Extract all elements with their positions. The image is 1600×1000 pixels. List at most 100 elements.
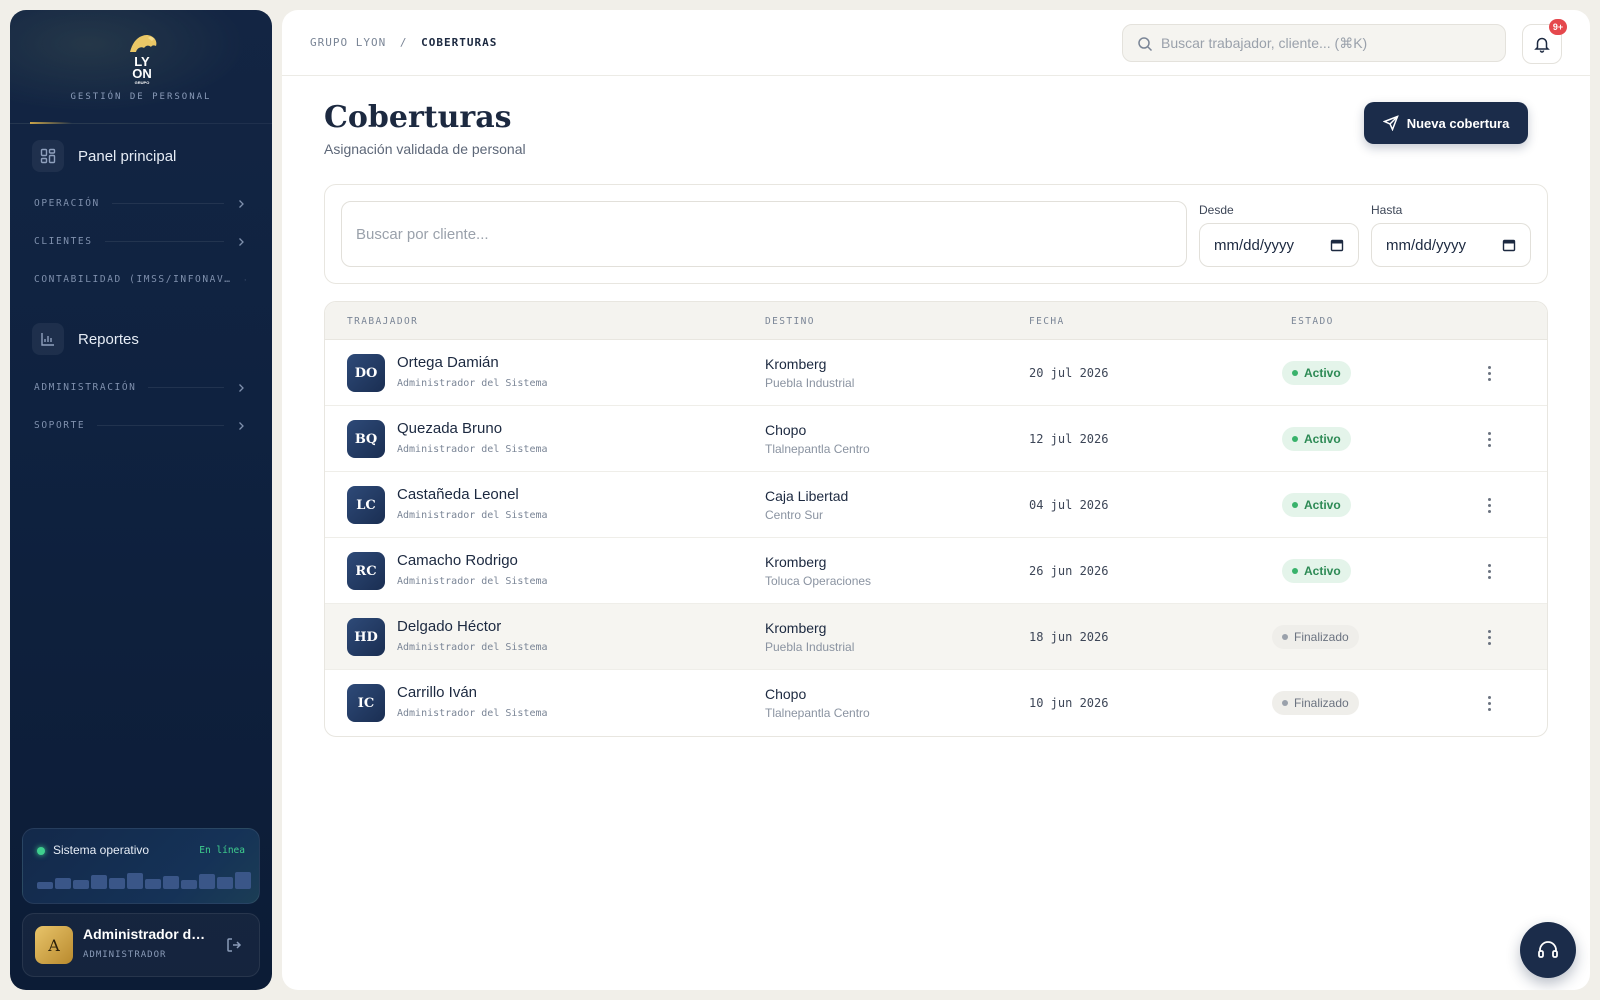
main-panel: GRUPO LYON / COBERTURAS 9+ Coberturas As… [282, 10, 1590, 990]
destination-name: Kromberg [765, 620, 827, 636]
to-label: Hasta [1371, 203, 1403, 217]
brand: LY ON GRUPO GESTIÓN DE PERSONAL [10, 10, 272, 124]
status-dot [1282, 700, 1288, 706]
section-label: CONTABILIDAD (IMSS/INFONAV… [34, 274, 232, 285]
global-search[interactable] [1122, 24, 1506, 62]
status-online: En línea [199, 845, 245, 856]
activity-bar [55, 878, 71, 889]
activity-bar [163, 876, 179, 889]
activity-bar [235, 872, 251, 889]
date-placeholder: mm/dd/yyyy [1386, 236, 1467, 254]
send-icon [1382, 115, 1399, 131]
destination-name: Caja Libertad [765, 488, 849, 504]
calendar-icon [1330, 239, 1344, 252]
sidebar-section-clientes[interactable]: CLIENTES [34, 236, 246, 247]
coverage-date: 04 jul 2026 [1029, 498, 1109, 512]
global-search-input[interactable] [1161, 25, 1491, 61]
table-row[interactable]: HD Delgado Héctor Administrador del Sistem… [325, 604, 1547, 670]
status-dot [37, 847, 45, 855]
coverage-date: 26 jun 2026 [1029, 564, 1109, 578]
status-label: Activo [1304, 498, 1341, 512]
notification-badge: 9+ [1549, 19, 1567, 35]
row-menu-icon[interactable] [1479, 626, 1499, 648]
activity-bar [127, 873, 143, 889]
worker-role: Administrador del Sistema [397, 378, 548, 389]
row-menu-icon[interactable] [1479, 560, 1499, 582]
worker-name[interactable]: Carrillo Iván [397, 684, 477, 701]
activity-bar [73, 880, 89, 889]
sidebar-section-administracion[interactable]: ADMINISTRACIÓN [34, 382, 246, 393]
table-row[interactable]: LC Castañeda Leonel Administrador del Sist… [325, 472, 1547, 538]
sidebar-section-operacion[interactable]: OPERACIÓN [34, 198, 246, 209]
new-coverage-button[interactable]: Nueva cobertura [1364, 102, 1528, 144]
logout-icon[interactable] [225, 936, 243, 954]
chevron-right-icon [239, 383, 244, 392]
headset-icon [1538, 941, 1558, 958]
activity-bar [181, 880, 197, 889]
worker-role: Administrador del Sistema [397, 708, 548, 719]
worker-avatar: RC [347, 552, 385, 590]
activity-bar [109, 878, 125, 889]
status-label: Finalizado [1294, 630, 1349, 644]
search-icon [1138, 37, 1153, 52]
divider [97, 425, 224, 426]
column-header[interactable]: FECHA [1029, 316, 1065, 327]
destination-name: Kromberg [765, 356, 827, 372]
worker-name[interactable]: Quezada Bruno [397, 420, 502, 437]
destination-name: Kromberg [765, 554, 827, 570]
row-menu-icon[interactable] [1479, 362, 1499, 384]
section-label: ADMINISTRACIÓN [34, 382, 137, 393]
bar-chart-icon [32, 323, 64, 355]
client-search-input[interactable] [341, 201, 1187, 267]
column-header[interactable]: ESTADO [1291, 316, 1334, 327]
chevron-right-icon [244, 278, 246, 281]
sidebar-item-label: Panel principal [78, 147, 177, 165]
avatar: A [35, 926, 73, 964]
status-badge: Activo [1282, 361, 1351, 385]
breadcrumb: GRUPO LYON / COBERTURAS [310, 36, 497, 49]
activity-bar [199, 874, 215, 889]
table-row[interactable]: RC Camacho Rodrigo Administrador del Siste… [325, 538, 1547, 604]
status-dot [1292, 568, 1298, 574]
sidebar-section-soporte[interactable]: SOPORTE [34, 420, 246, 431]
sidebar-section-contabilidad[interactable]: CONTABILIDAD (IMSS/INFONAV… [34, 274, 246, 285]
status-dot [1292, 370, 1298, 376]
coverage-table: TRABAJADOR DESTINO FECHA ESTADO DO Ortega… [324, 301, 1548, 737]
table-row[interactable]: DO Ortega Damián Administrador del Sistema… [325, 340, 1547, 406]
breadcrumb-root[interactable]: GRUPO LYON [310, 36, 386, 49]
table-row[interactable]: IC Carrillo Iván Administrador del Sistema… [325, 670, 1547, 736]
sidebar-item-label: Reportes [78, 330, 139, 348]
status-badge: Activo [1282, 427, 1351, 451]
worker-name[interactable]: Castañeda Leonel [397, 486, 519, 503]
from-date-input[interactable]: mm/dd/yyyy [1199, 223, 1359, 267]
new-coverage-label: Nueva cobertura [1406, 115, 1510, 131]
destination-location: Puebla Industrial [765, 640, 855, 654]
status-label: Activo [1304, 432, 1341, 446]
worker-name[interactable]: Delgado Héctor [397, 618, 501, 635]
divider [148, 387, 224, 388]
status-badge: Finalizado [1272, 691, 1359, 715]
from-label: Desde [1199, 203, 1234, 217]
divider [104, 241, 224, 242]
row-menu-icon[interactable] [1479, 494, 1499, 516]
activity-bar [145, 879, 161, 889]
divider [111, 203, 224, 204]
row-menu-icon[interactable] [1479, 692, 1499, 714]
worker-name[interactable]: Camacho Rodrigo [397, 552, 518, 569]
support-button[interactable] [1520, 922, 1576, 978]
status-label: Activo [1304, 366, 1341, 380]
table-row[interactable]: BQ Quezada Bruno Administrador del Sistema… [325, 406, 1547, 472]
sidebar-item-reportes[interactable]: Reportes [32, 323, 139, 355]
page-title: Coberturas [324, 100, 512, 135]
sidebar-item-panel-principal[interactable]: Panel principal [32, 140, 176, 172]
to-date-input[interactable]: mm/dd/yyyy [1371, 223, 1531, 267]
row-menu-icon[interactable] [1479, 428, 1499, 450]
column-header[interactable]: TRABAJADOR [347, 316, 418, 327]
worker-name[interactable]: Ortega Damián [397, 354, 499, 371]
brand-logo[interactable]: LY ON GRUPO [122, 32, 162, 92]
status-dot [1282, 634, 1288, 640]
column-header[interactable]: DESTINO [765, 316, 815, 327]
coverage-date: 12 jul 2026 [1029, 432, 1109, 446]
worker-role: Administrador del Sistema [397, 510, 548, 521]
notifications-button[interactable]: 9+ [1522, 19, 1567, 64]
